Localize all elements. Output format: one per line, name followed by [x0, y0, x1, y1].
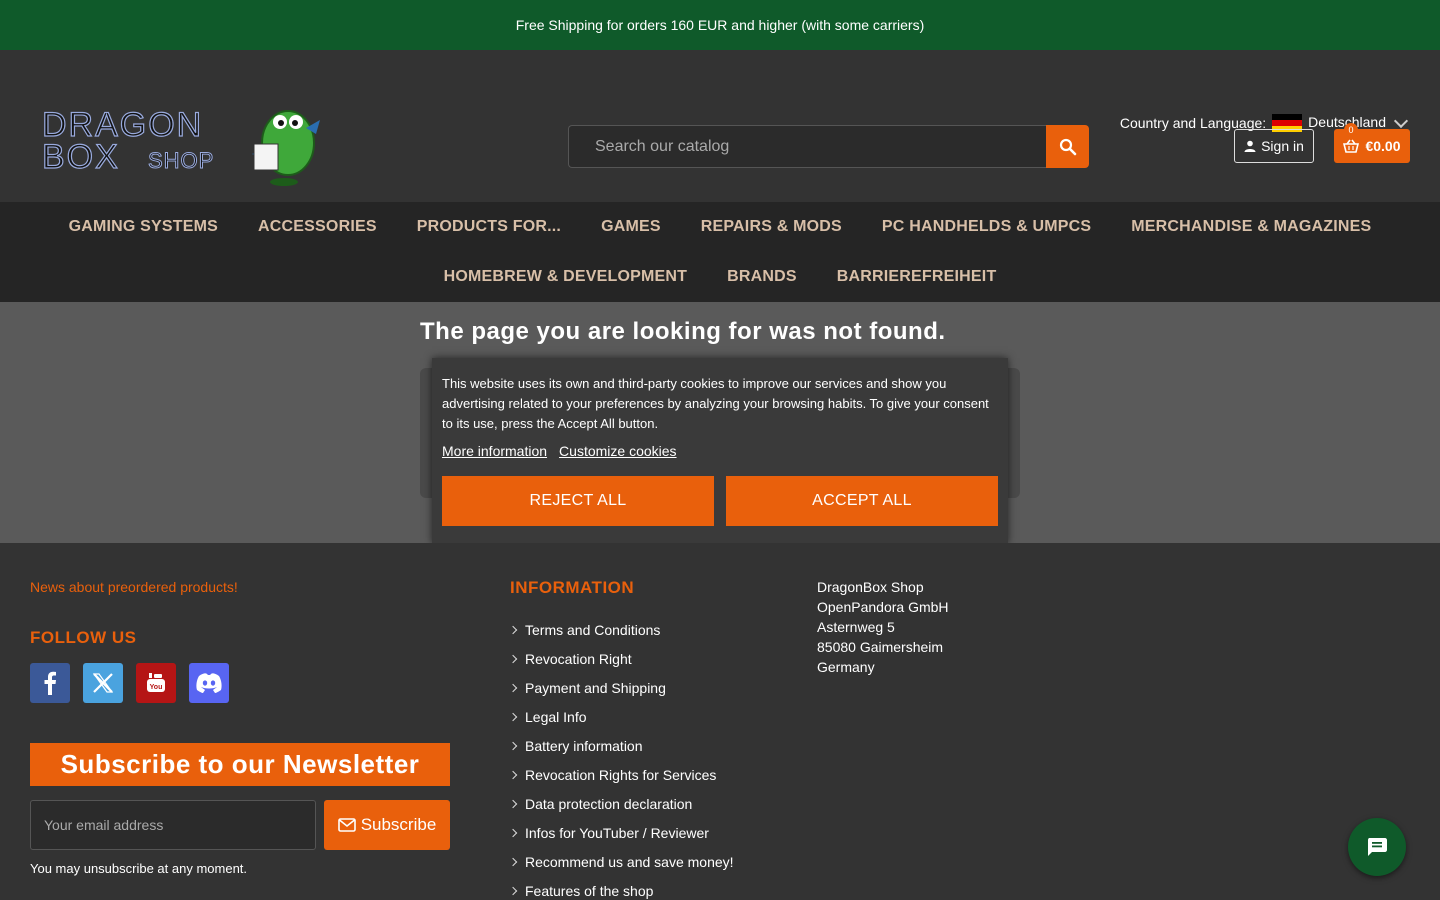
accept-all-button[interactable]: ACCEPT ALL [726, 476, 998, 526]
nav-item-merchandise[interactable]: MERCHANDISE & MAGAZINES [1111, 218, 1391, 236]
info-link-label: Features of the shop [525, 882, 654, 899]
cookie-links: More information Customize cookies [442, 443, 998, 459]
shipping-banner: Free Shipping for orders 160 EUR and hig… [0, 0, 1440, 50]
envelope-icon [337, 818, 356, 832]
info-link-label: Payment and Shipping [525, 679, 666, 696]
x-icon[interactable] [83, 663, 123, 703]
chat-button[interactable] [1348, 818, 1406, 876]
cart-button[interactable]: 0 €0.00 [1334, 123, 1410, 163]
store-address: DragonBox Shop OpenPandora GmbH Asternwe… [817, 577, 949, 677]
nav-item-games[interactable]: GAMES [581, 218, 681, 236]
chevron-right-icon [508, 654, 518, 663]
chevron-right-icon [508, 799, 518, 808]
info-link-terms[interactable]: Terms and Conditions [508, 615, 734, 644]
information-links: Terms and Conditions Revocation Right Pa… [508, 615, 734, 900]
info-link-youtuber[interactable]: Infos for YouTuber / Reviewer [508, 818, 734, 847]
nav-item-homebrew[interactable]: HOMEBREW & DEVELOPMENT [424, 268, 708, 286]
nav-row-2: HOMEBREW & DEVELOPMENT BRANDS BARRIEREFR… [0, 252, 1440, 302]
address-line: Asternweg 5 [817, 619, 895, 635]
unsubscribe-note: You may unsubscribe at any moment. [30, 861, 248, 876]
chevron-right-icon [508, 683, 518, 692]
info-link-revocation-services[interactable]: Revocation Rights for Services [508, 760, 734, 789]
search-input[interactable] [568, 125, 1046, 168]
info-link-data-protection[interactable]: Data protection declaration [508, 789, 734, 818]
cart-count-badge: 0 [1344, 123, 1358, 137]
chevron-right-icon [508, 770, 518, 779]
page-title: The page you are looking for was not fou… [420, 318, 946, 345]
logo-text-shop: SHOP [148, 148, 214, 173]
chevron-right-icon [508, 857, 518, 866]
nav-item-barrierefreiheit[interactable]: BARRIEREFREIHEIT [817, 268, 1017, 286]
customize-cookies-link[interactable]: Customize cookies [559, 443, 677, 459]
chevron-right-icon [508, 741, 518, 750]
info-link-features[interactable]: Features of the shop [508, 876, 734, 900]
social-links: You [30, 663, 229, 703]
newsletter-email-input[interactable] [30, 800, 316, 850]
address-line: DragonBox Shop [817, 579, 924, 595]
site-logo[interactable]: DRAGON BOX SHOP [36, 98, 326, 188]
chevron-right-icon [508, 886, 518, 895]
cart-total: €0.00 [1365, 138, 1401, 154]
preorder-news-link[interactable]: News about preordered products! [30, 579, 238, 595]
discord-icon[interactable] [189, 663, 229, 703]
nav-item-products-for[interactable]: PRODUCTS FOR... [397, 218, 581, 236]
chevron-right-icon [508, 625, 518, 634]
shipping-banner-text: Free Shipping for orders 160 EUR and hig… [515, 17, 925, 33]
address-line: Germany [817, 659, 875, 675]
nav-item-pc-handhelds[interactable]: PC HANDHELDS & UMPCS [862, 218, 1111, 236]
dragon-mascot-icon [252, 110, 320, 186]
facebook-icon[interactable] [30, 663, 70, 703]
cookie-banner: This website uses its own and third-part… [432, 358, 1008, 544]
info-link-label: Data protection declaration [525, 795, 693, 812]
subscribe-button[interactable]: Subscribe [324, 800, 450, 850]
info-link-battery[interactable]: Battery information [508, 731, 734, 760]
info-link-label: Recommend us and save money! [525, 853, 734, 870]
sign-in-button[interactable]: Sign in [1234, 129, 1314, 163]
chevron-right-icon [508, 712, 518, 721]
info-link-label: Battery information [525, 737, 643, 754]
info-link-label: Revocation Rights for Services [525, 766, 717, 783]
logo-text-box: BOX [42, 138, 120, 176]
info-link-label: Infos for YouTuber / Reviewer [525, 824, 709, 841]
info-link-revocation[interactable]: Revocation Right [508, 644, 734, 673]
subscribe-label: Subscribe [360, 815, 437, 834]
search-bar [568, 125, 1089, 168]
follow-us-heading: FOLLOW US [30, 628, 137, 647]
youtube-icon[interactable]: You [136, 663, 176, 703]
chevron-down-icon [1393, 113, 1409, 129]
nav-item-brands[interactable]: BRANDS [707, 268, 817, 286]
info-link-label: Terms and Conditions [525, 621, 661, 638]
search-button[interactable] [1046, 125, 1089, 168]
user-icon [1244, 140, 1256, 152]
cookie-text: This website uses its own and third-part… [442, 376, 989, 431]
address-line: 85080 Gaimersheim [817, 639, 944, 655]
sign-in-label: Sign in [1261, 138, 1304, 154]
address-line: OpenPandora GmbH [817, 599, 949, 615]
footer: News about preordered products! FOLLOW U… [0, 543, 1440, 900]
newsletter-heading: Subscribe to our Newsletter [30, 743, 450, 786]
nav-item-repairs-mods[interactable]: REPAIRS & MODS [681, 218, 862, 236]
info-link-label: Legal Info [525, 708, 587, 725]
reject-all-button[interactable]: REJECT ALL [442, 476, 714, 526]
basket-icon [1343, 139, 1360, 153]
chevron-right-icon [508, 828, 518, 837]
information-heading: INFORMATION [510, 578, 635, 597]
info-link-recommend[interactable]: Recommend us and save money! [508, 847, 734, 876]
cookie-buttons: REJECT ALL ACCEPT ALL [442, 476, 998, 526]
svg-text:You: You [150, 684, 163, 691]
nav-item-accessories[interactable]: ACCESSORIES [238, 218, 397, 236]
info-link-payment-shipping[interactable]: Payment and Shipping [508, 673, 734, 702]
main-navigation: GAMING SYSTEMS ACCESSORIES PRODUCTS FOR.… [0, 202, 1440, 302]
nav-row-1: GAMING SYSTEMS ACCESSORIES PRODUCTS FOR.… [0, 202, 1440, 252]
chat-bubble-icon [1368, 838, 1387, 856]
info-link-label: Revocation Right [525, 650, 632, 667]
more-information-link[interactable]: More information [442, 443, 547, 459]
search-icon [1059, 138, 1076, 155]
nav-item-gaming-systems[interactable]: GAMING SYSTEMS [49, 218, 238, 236]
info-link-legal[interactable]: Legal Info [508, 702, 734, 731]
